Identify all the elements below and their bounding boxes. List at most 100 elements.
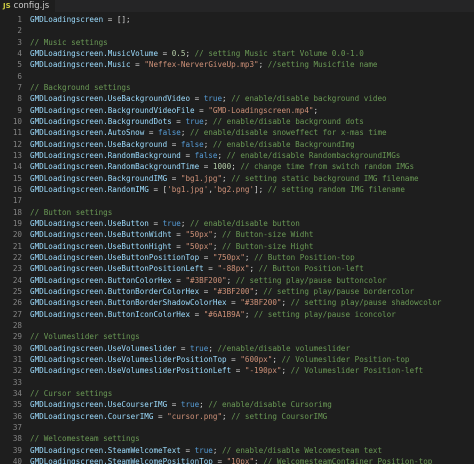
line-number: 21 xyxy=(12,241,22,251)
tab-bar: JS config.js xyxy=(0,0,474,13)
code-line[interactable]: 37 xyxy=(0,423,474,433)
token-var: GMDLoadingscreen.SteamWelcomeText xyxy=(30,445,181,455)
code-text: GMDLoadingscreen.RandomBackgroundTime = … xyxy=(30,162,414,172)
code-line[interactable]: 32 GMDLoadingscreen.UseVolumesliderPositi… xyxy=(0,366,474,376)
code-line[interactable]: 11 GMDLoadingscreen.AutoSnow = false; // … xyxy=(0,128,474,138)
token-var: GMDLoadingscreen.BackgroundIMG xyxy=(30,173,168,183)
token-kw: false xyxy=(194,150,218,160)
code-line[interactable]: 9 GMDLoadingscreen.BackgroundVideoFile = … xyxy=(0,106,474,116)
code-line[interactable]: 10 GMDLoadingscreen.BackgroundDots = true… xyxy=(0,117,474,127)
code-line[interactable]: 30 GMDLoadingscreen.UseVolumeslider = tru… xyxy=(0,344,474,354)
code-line[interactable]: 12 GMDLoadingscreen.UseBackground = false… xyxy=(0,140,474,150)
code-line[interactable]: 24 GMDLoadingscreen.ButtonColorHex = "#3B… xyxy=(0,276,474,286)
code-line[interactable]: 7 // Background settings xyxy=(0,83,474,93)
token-var: GMDLoadingscreen.MusicVolume xyxy=(30,48,159,58)
code-text: GMDLoadingscreen.UseButtonPositionLeft =… xyxy=(30,264,364,274)
code-text: GMDLoadingscreen.UseButton = true; // en… xyxy=(30,219,300,229)
code-line[interactable]: 28 xyxy=(0,321,474,331)
code-text: // Music settings xyxy=(30,38,108,48)
token-var: GMDLoadingscreen.CourserIMG xyxy=(30,411,154,421)
token-op: = xyxy=(171,116,186,126)
line-number: 18 xyxy=(12,207,22,217)
code-line[interactable]: 31 GMDLoadingscreen.UseVolumesliderPositi… xyxy=(0,355,474,365)
code-line[interactable]: 19 GMDLoadingscreen.UseButton = true; // … xyxy=(0,219,474,229)
token-str: "#3BF200" xyxy=(212,286,255,296)
token-com: // Music settings xyxy=(30,37,108,47)
code-line[interactable]: 1 GMDLoadingscreen = []; xyxy=(0,15,474,25)
token-op: = xyxy=(171,241,186,251)
code-line[interactable]: 22 GMDLoadingscreen.UseButtonPositionTop … xyxy=(0,253,474,263)
token-op: ; xyxy=(222,411,232,421)
code-line[interactable]: 29 // Volumeslider settings xyxy=(0,332,474,342)
code-line[interactable]: 5 GMDLoadingscreen.Music = "Neffex-Nerver… xyxy=(0,60,474,70)
token-op: ; xyxy=(212,241,223,251)
token-op: ; xyxy=(180,128,191,138)
code-line[interactable]: 27 GMDLoadingscreen.ButtonIconColorHex = … xyxy=(0,310,474,320)
token-op: ; xyxy=(226,275,236,285)
code-line[interactable]: 33 xyxy=(0,378,474,388)
token-str: "600px" xyxy=(240,354,273,364)
code-line[interactable]: 18 // Button settings xyxy=(0,208,474,218)
line-number: 32 xyxy=(12,366,22,376)
token-var: GMDLoadingscreen.UseButtonHight xyxy=(30,241,172,251)
code-line[interactable]: 3 // Music settings xyxy=(0,38,474,48)
line-number: 30 xyxy=(12,343,22,353)
code-line[interactable]: 25 GMDLoadingscreen.ButtonBorderColorHex … xyxy=(0,287,474,297)
code-line[interactable]: 13 GMDLoadingscreen.RandomBackground = fa… xyxy=(0,151,474,161)
token-com: // Button-size Widht xyxy=(222,230,314,240)
code-text: GMDLoadingscreen.RandomIMG = ['bg1.jpg',… xyxy=(30,185,405,195)
code-text: GMDLoadingscreen.SteamWelcomeText = true… xyxy=(30,446,382,456)
token-com: // setting random IMG filename xyxy=(267,184,405,194)
code-line[interactable]: 8 GMDLoadingscreen.UseBackgroundVideo = t… xyxy=(0,94,474,104)
token-op: = xyxy=(199,286,213,296)
token-com: // change time from switch random IMGs xyxy=(240,162,415,172)
token-op: ]; xyxy=(254,184,268,194)
code-line[interactable]: 20 GMDLoadingscreen.UseButtonWidht = "50p… xyxy=(0,230,474,240)
token-str: "-88px" xyxy=(217,264,250,274)
code-line[interactable]: 14 GMDLoadingscreen.RandomBackgroundTime … xyxy=(0,162,474,172)
token-var: GMDLoadingscreen.ButtonIconColorHex xyxy=(30,309,191,319)
code-editor[interactable]: 1 GMDLoadingscreen = []; 2 3 // Music settin… xyxy=(0,13,474,464)
token-com: // Button settings xyxy=(30,207,113,217)
token-com: // Background settings xyxy=(30,82,131,92)
code-line[interactable]: 23 GMDLoadingscreen.UseButtonPositionLeft… xyxy=(0,264,474,274)
token-kw: true xyxy=(203,94,223,104)
tab-config-js[interactable]: JS config.js xyxy=(0,0,56,12)
token-com: // setting play/pause bordercolor xyxy=(263,286,415,296)
code-text: GMDLoadingscreen.ButtonBorderColorHex = … xyxy=(30,287,414,297)
line-number: 11 xyxy=(12,128,22,138)
code-text: GMDLoadingscreen.UseVolumesliderPosition… xyxy=(30,355,410,365)
token-var: GMDLoadingscreen.UseButton xyxy=(30,218,149,228)
code-line[interactable]: 17 xyxy=(0,196,474,206)
code-line[interactable]: 4 GMDLoadingscreen.MusicVolume = 0.5; // … xyxy=(0,49,474,59)
line-number: 10 xyxy=(12,116,22,126)
code-line[interactable]: 36 GMDLoadingscreen.CourserIMG = "cursor.… xyxy=(0,412,474,422)
code-line[interactable]: 2 xyxy=(0,26,474,36)
token-var: GMDLoadingscreen.ButtonBorderColorHex xyxy=(30,286,200,296)
token-op: ; xyxy=(203,116,213,126)
code-line[interactable]: 26 GMDLoadingscreen.ButtonBorderShadowCol… xyxy=(0,298,474,308)
token-kw: true xyxy=(194,445,213,455)
code-text: GMDLoadingscreen.BackgroundVideoFile = "… xyxy=(30,106,318,116)
line-number: 25 xyxy=(12,286,22,296)
token-com: // enable/disable Cursorimg xyxy=(208,400,332,410)
line-number: 31 xyxy=(12,354,22,364)
code-line[interactable]: 6 xyxy=(0,72,474,82)
token-op: = xyxy=(194,105,209,115)
code-line[interactable]: 34 // Cursor settings xyxy=(0,389,474,399)
token-com: // enable/disable background dots xyxy=(212,116,364,126)
token-op: = xyxy=(226,354,241,364)
code-line[interactable]: 16 GMDLoadingscreen.RandomIMG = ['bg1.jpg… xyxy=(0,185,474,195)
line-number: 4 xyxy=(17,48,22,58)
code-text: GMDLoadingscreen.ButtonBorderShadowColor… xyxy=(30,298,442,308)
line-number: 17 xyxy=(12,196,22,206)
token-com: // Volumeslider settings xyxy=(30,332,140,342)
token-com: //enable/disable volumeslider xyxy=(217,343,351,353)
code-line[interactable]: 35 GMDLoadingscreen.UseCourserIMG = true;… xyxy=(0,400,474,410)
code-line[interactable]: 38 // Welcomesteam settings xyxy=(0,434,474,444)
code-line[interactable]: 21 GMDLoadingscreen.UseButtonHight = "50p… xyxy=(0,242,474,252)
code-text: GMDLoadingscreen.UseBackgroundVideo = tr… xyxy=(30,94,387,104)
code-line[interactable]: 39 GMDLoadingscreen.SteamWelcomeText = tr… xyxy=(0,446,474,456)
code-line[interactable]: 15 GMDLoadingscreen.BackgroundIMG = "bg1.… xyxy=(0,174,474,184)
line-number: 6 xyxy=(17,71,22,81)
